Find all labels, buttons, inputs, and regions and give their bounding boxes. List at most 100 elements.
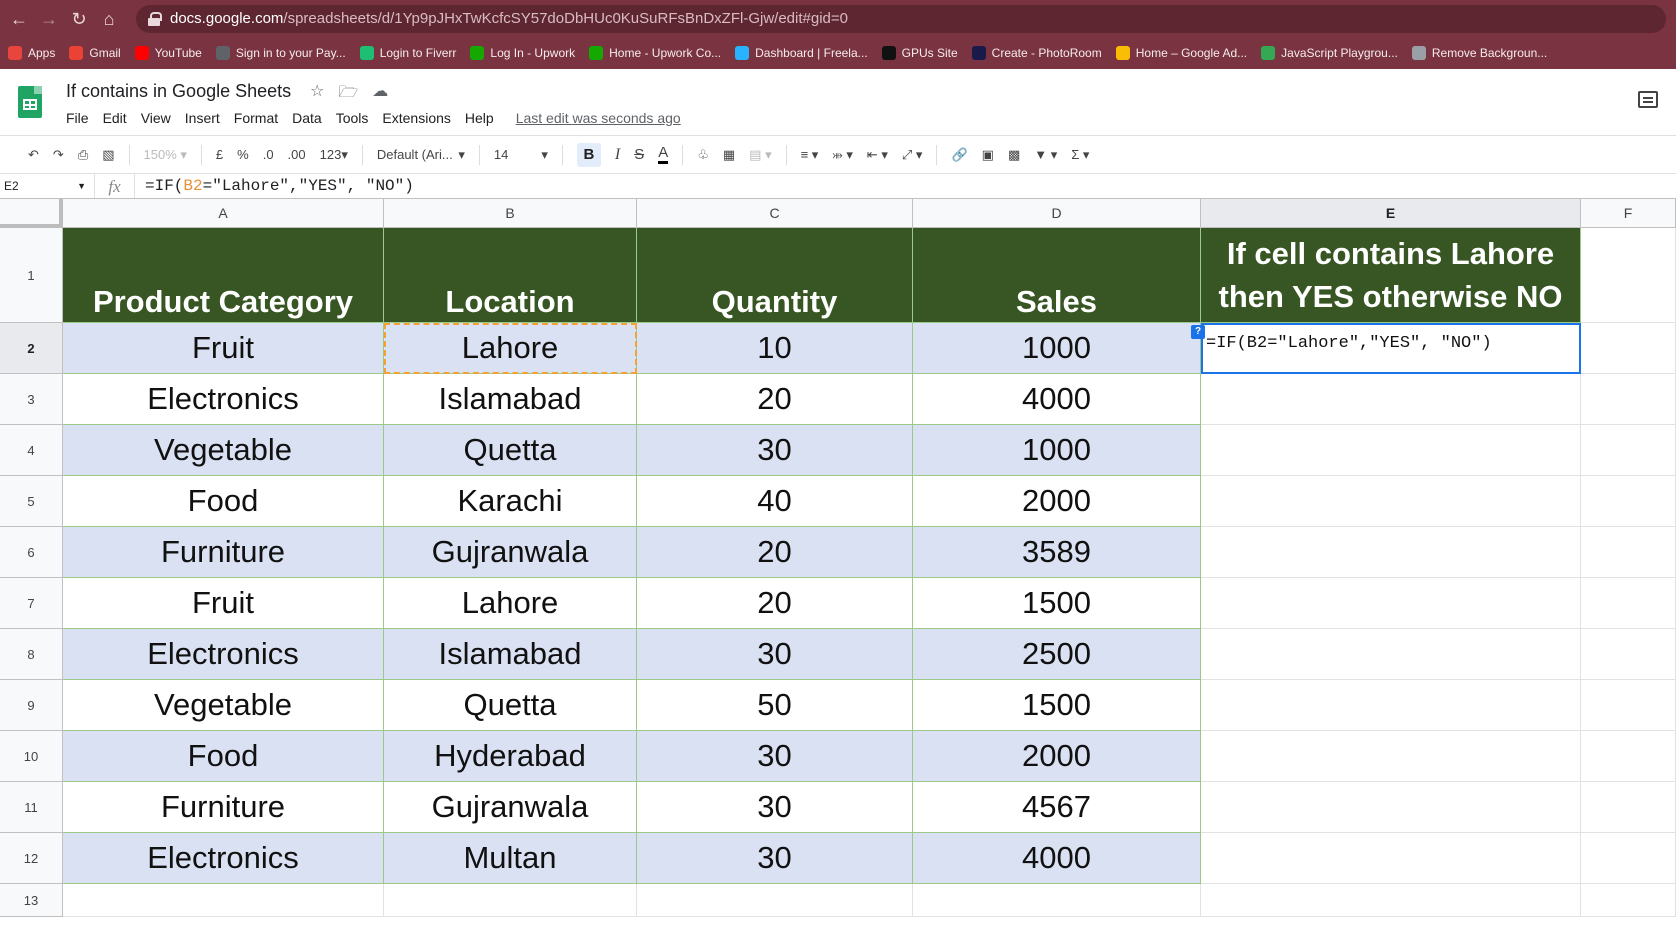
reload-icon[interactable]: ↻ (68, 8, 90, 30)
back-icon[interactable]: ← (8, 8, 30, 30)
header-cell-e[interactable]: If cell contains Lahore then YES otherwis… (1201, 228, 1581, 323)
bookmark-item[interactable]: YouTube (134, 46, 202, 60)
bookmark-item[interactable]: Login to Fiverr (359, 46, 456, 60)
table-cell[interactable]: 20 (637, 578, 913, 629)
insert-link-icon[interactable]: 🔗 (951, 147, 967, 163)
column-header-a[interactable]: A (63, 199, 384, 228)
table-cell[interactable]: Gujranwala (384, 782, 637, 833)
row-header-8[interactable]: 8 (0, 629, 63, 680)
text-rotation-icon[interactable]: ⤢ ▾ (902, 147, 923, 163)
table-cell[interactable]: Food (63, 476, 384, 527)
table-cell[interactable]: 1500 (913, 680, 1201, 731)
grid-cell[interactable] (1581, 884, 1676, 917)
table-cell[interactable]: Electronics (63, 374, 384, 425)
table-cell[interactable]: Quetta (384, 425, 637, 476)
table-cell[interactable]: 1500 (913, 578, 1201, 629)
select-all-corner[interactable] (0, 199, 63, 228)
text-color-button[interactable]: A (658, 145, 669, 164)
grid-cell[interactable] (637, 884, 913, 917)
cloud-status-icon[interactable]: ☁ (372, 81, 388, 108)
table-cell[interactable]: Hyderabad (384, 731, 637, 782)
row-header-3[interactable]: 3 (0, 374, 63, 425)
menu-tools[interactable]: Tools (336, 110, 369, 126)
row-header-5[interactable]: 5 (0, 476, 63, 527)
header-cell[interactable]: Quantity (637, 228, 913, 323)
paint-format-icon[interactable]: ▧ (102, 147, 114, 163)
url-field[interactable]: docs.google.com/spreadsheets/d/1Yp9pJHxT… (136, 4, 1666, 33)
table-cell[interactable]: Islamabad (384, 629, 637, 680)
table-cell[interactable]: Electronics (63, 629, 384, 680)
formula-help-icon[interactable]: ? (1191, 325, 1205, 339)
undo-icon[interactable]: ↶ (28, 147, 39, 163)
fill-color-icon[interactable]: ♧ (697, 147, 709, 163)
grid-cell[interactable] (1581, 228, 1676, 323)
font-size-select[interactable]: 14 ▾ (494, 147, 548, 163)
bookmark-item[interactable]: Gmail (69, 46, 121, 60)
menu-insert[interactable]: Insert (185, 110, 220, 126)
borders-icon[interactable]: ▦ (723, 147, 735, 163)
table-cell[interactable]: Lahore (384, 323, 637, 374)
percent-button[interactable]: % (237, 147, 249, 162)
increase-decimal-button[interactable]: .00 (288, 147, 306, 162)
column-header-b[interactable]: B (384, 199, 637, 228)
grid-cell[interactable] (384, 884, 637, 917)
row-header-10[interactable]: 10 (0, 731, 63, 782)
star-icon[interactable]: ☆ (310, 81, 324, 108)
table-cell[interactable]: Furniture (63, 782, 384, 833)
grid-cell[interactable] (913, 884, 1201, 917)
row-header-12[interactable]: 12 (0, 833, 63, 884)
sheets-logo-icon[interactable] (18, 86, 42, 118)
filter-icon[interactable]: ▼ ▾ (1034, 147, 1057, 163)
header-cell[interactable]: Sales (913, 228, 1201, 323)
menu-extensions[interactable]: Extensions (382, 110, 450, 126)
insert-comment-icon[interactable]: ▣ (982, 147, 994, 163)
row-header-4[interactable]: 4 (0, 425, 63, 476)
formula-input[interactable]: =IF(B2="Lahore","YES", "NO") (135, 177, 414, 195)
table-cell[interactable]: 10 (637, 323, 913, 374)
table-cell[interactable]: 1000 (913, 425, 1201, 476)
bookmark-item[interactable]: Home – Google Ad... (1115, 46, 1247, 60)
table-cell[interactable]: 20 (637, 527, 913, 578)
table-cell[interactable]: 4000 (913, 833, 1201, 884)
table-cell[interactable]: Lahore (384, 578, 637, 629)
table-cell[interactable]: 30 (637, 833, 913, 884)
horizontal-align-icon[interactable]: ≡ ▾ (801, 147, 819, 163)
strikethrough-button[interactable]: S (634, 146, 644, 163)
last-edit-link[interactable]: Last edit was seconds ago (516, 110, 681, 126)
merge-cells-icon[interactable]: ▤ ▾ (749, 147, 771, 163)
table-cell[interactable]: 30 (637, 425, 913, 476)
row-header-1[interactable]: 1 (0, 228, 63, 323)
grid-cell[interactable] (1581, 629, 1676, 680)
row-header-9[interactable]: 9 (0, 680, 63, 731)
bookmark-item[interactable]: JavaScript Playgrou... (1261, 46, 1398, 60)
print-icon[interactable]: ⎙ (78, 147, 88, 163)
forward-icon[interactable]: → (38, 8, 60, 30)
grid-cell[interactable] (1581, 425, 1676, 476)
column-header-f[interactable]: F (1581, 199, 1676, 228)
menu-view[interactable]: View (141, 110, 171, 126)
grid-cell[interactable] (63, 884, 384, 917)
grid-cell[interactable] (1581, 374, 1676, 425)
active-cell-editor[interactable]: =IF(B2="Lahore","YES", "NO") (1201, 323, 1581, 374)
header-cell[interactable]: Product Category (63, 228, 384, 323)
table-cell[interactable]: 30 (637, 629, 913, 680)
table-cell[interactable]: 2000 (913, 731, 1201, 782)
table-cell[interactable]: 20 (637, 374, 913, 425)
bookmark-item[interactable]: Create - PhotoRoom (971, 46, 1102, 60)
bookmark-item[interactable]: Sign in to your Pay... (215, 46, 346, 60)
bookmark-item[interactable]: GPUs Site (881, 46, 958, 60)
zoom-select[interactable]: 150% ▾ (144, 147, 187, 163)
table-cell[interactable]: Karachi (384, 476, 637, 527)
decrease-decimal-button[interactable]: .0 (263, 147, 274, 162)
menu-data[interactable]: Data (292, 110, 322, 126)
row-header-13[interactable]: 13 (0, 884, 63, 917)
row-header-2[interactable]: 2 (0, 323, 63, 374)
row-header-6[interactable]: 6 (0, 527, 63, 578)
grid-cell[interactable] (1201, 476, 1581, 527)
grid-cell[interactable] (1581, 680, 1676, 731)
grid-cell[interactable] (1201, 629, 1581, 680)
grid-cell[interactable] (1201, 680, 1581, 731)
font-select[interactable]: Default (Ari... ▾ (377, 147, 465, 163)
move-folder-icon[interactable]: 🗁 (338, 81, 358, 108)
grid-cell[interactable] (1201, 527, 1581, 578)
